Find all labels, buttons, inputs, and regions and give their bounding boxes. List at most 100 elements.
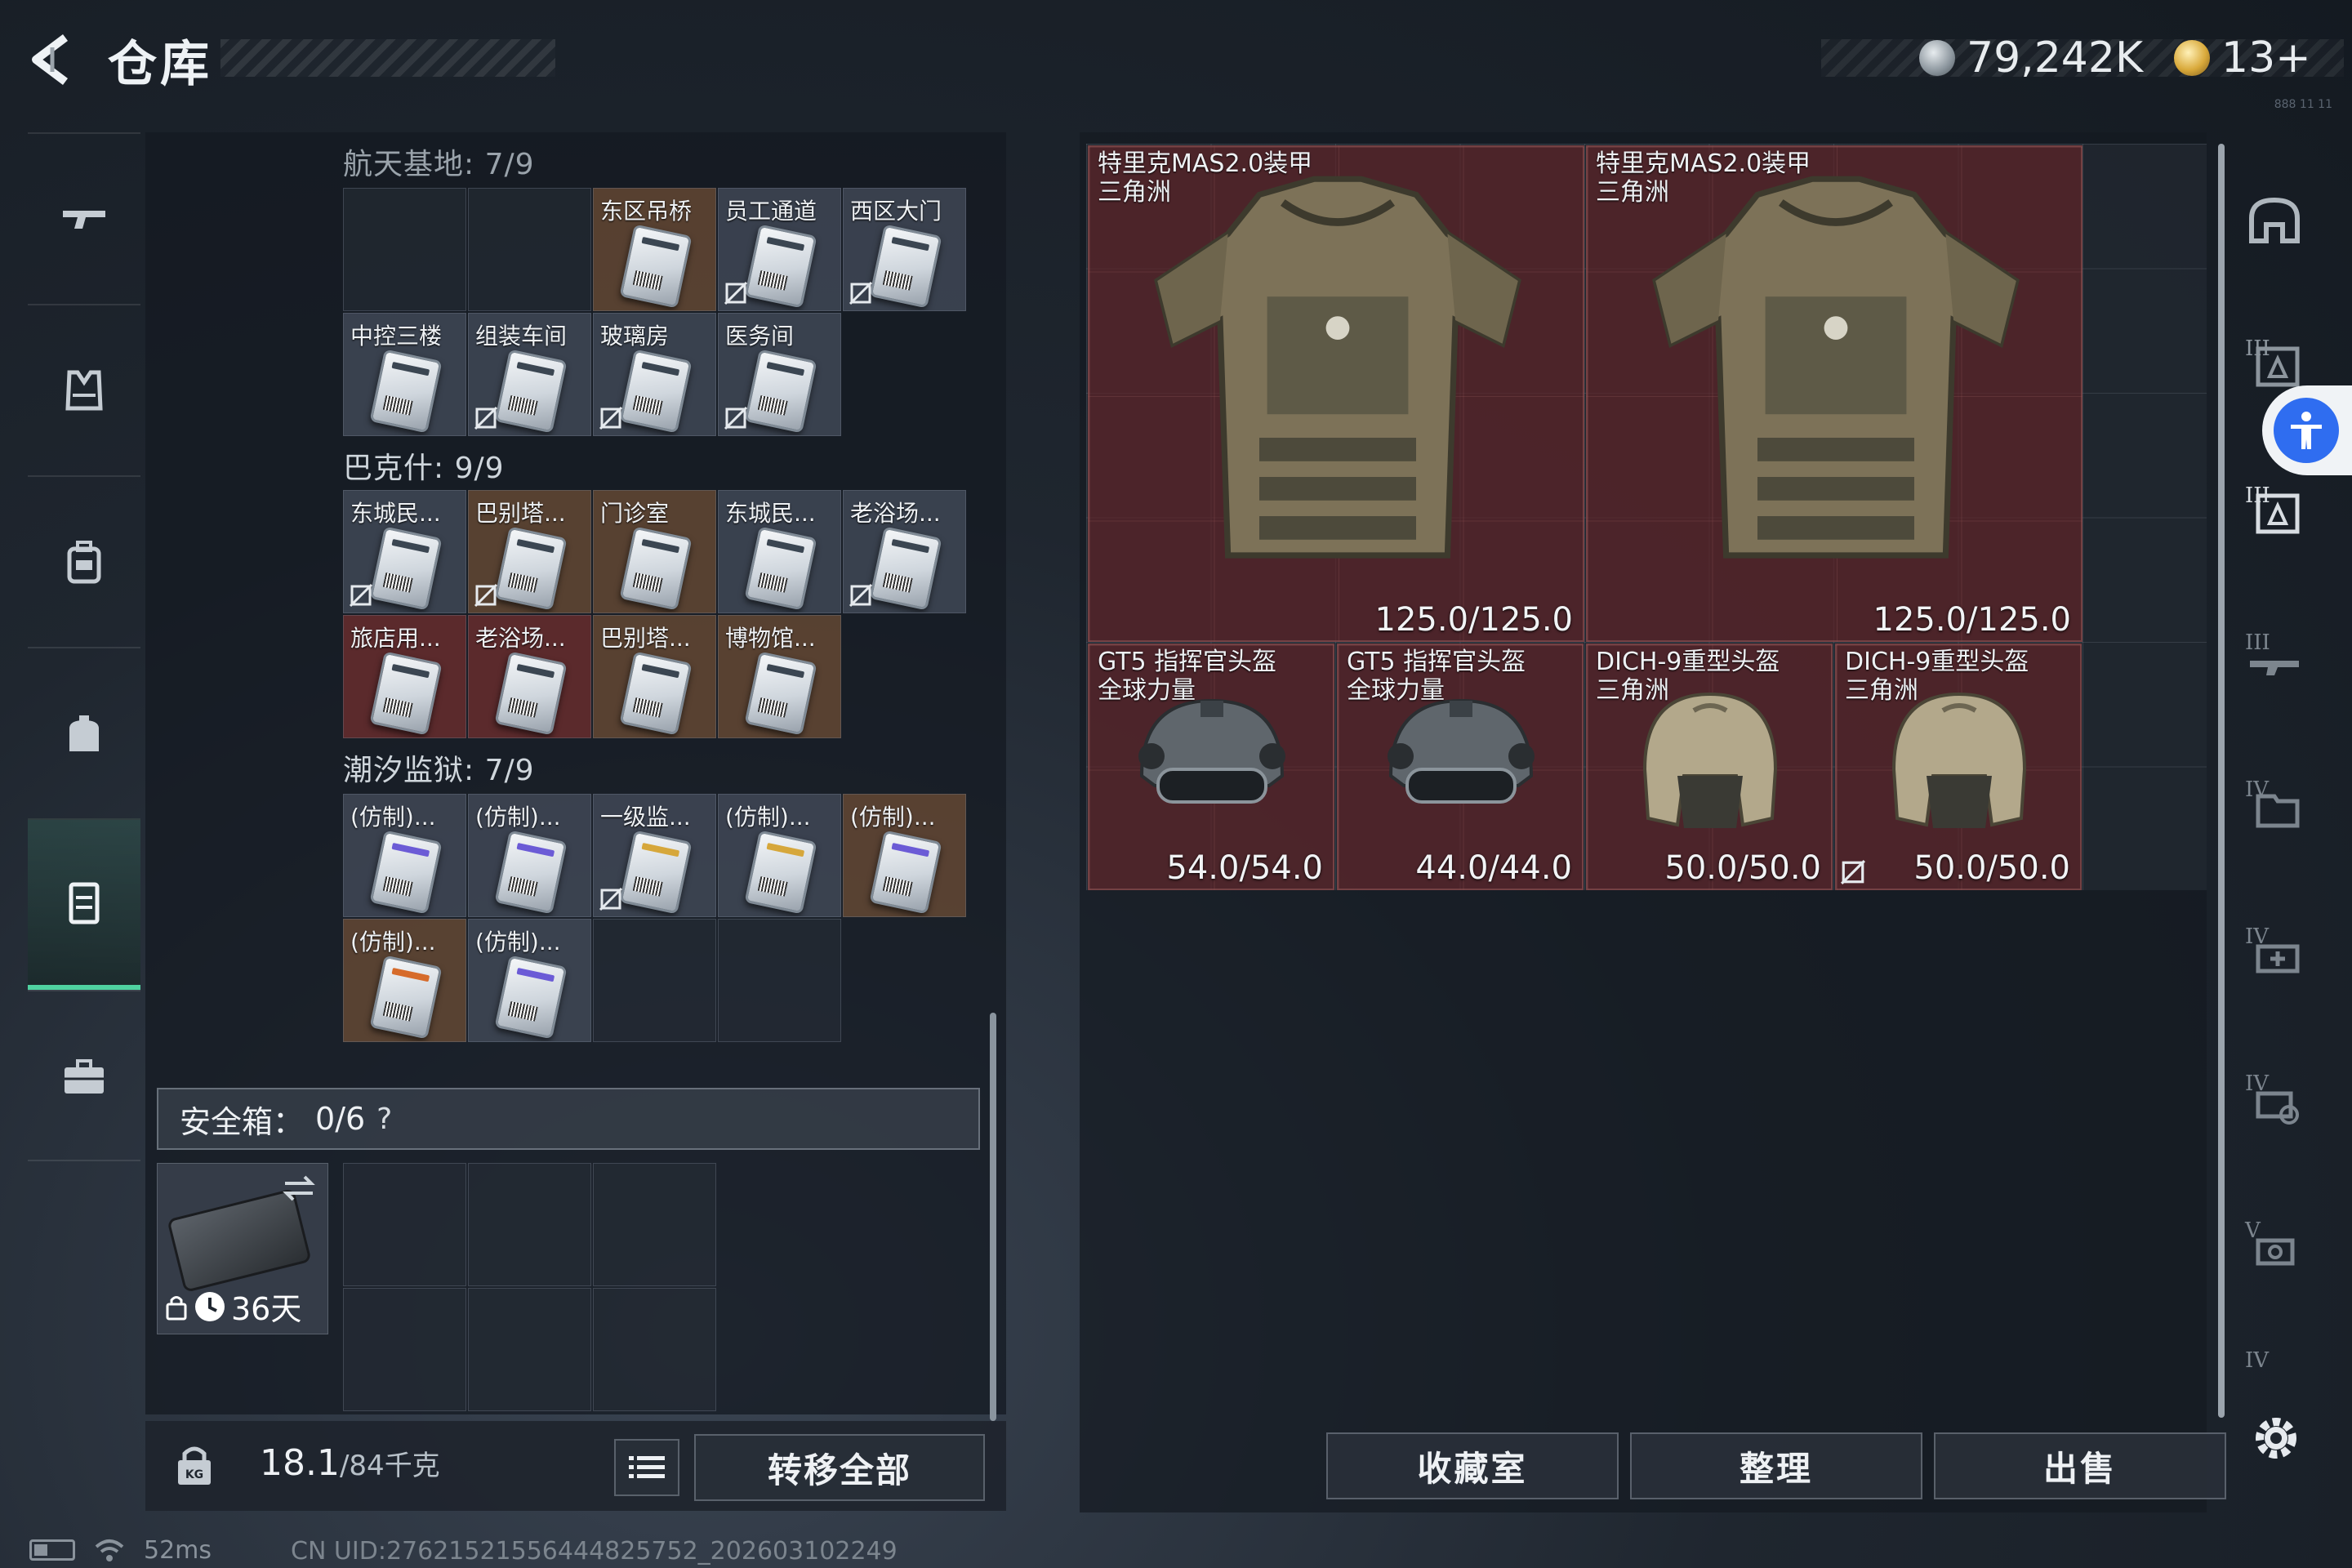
key-card-label: (仿制)... bbox=[725, 804, 811, 831]
key-card-icon bbox=[869, 526, 942, 611]
key-card-slot[interactable]: 东城民... bbox=[718, 490, 841, 613]
equip-name: DICH-9重型头盔 三角洲 bbox=[1596, 648, 1780, 705]
key-card-label: (仿制)... bbox=[850, 804, 936, 831]
key-card-slot[interactable]: (仿制)... bbox=[468, 919, 591, 1042]
sell-button[interactable]: 出售 bbox=[1934, 1432, 2226, 1499]
safebox-slot[interactable] bbox=[468, 1163, 591, 1286]
safebox-slot[interactable] bbox=[593, 1163, 716, 1286]
nav-vest[interactable] bbox=[28, 304, 140, 475]
key-card-slot[interactable]: (仿制)... bbox=[343, 794, 466, 917]
equipment-scrollbar[interactable] bbox=[2218, 144, 2225, 1418]
currency-gold[interactable]: 13+ bbox=[2174, 29, 2311, 87]
safebox-timer: 36天 bbox=[164, 1284, 301, 1329]
transfer-all-button[interactable]: 转移全部 bbox=[694, 1434, 985, 1501]
key-card-slot[interactable]: (仿制)... bbox=[468, 794, 591, 917]
nav-weapons[interactable] bbox=[28, 132, 140, 304]
safebox-slot[interactable] bbox=[343, 1163, 466, 1286]
battery-icon bbox=[29, 1539, 75, 1561]
equip-armor-2[interactable]: 特里克MAS2.0装甲 三角洲 125.0/125.0 bbox=[1586, 145, 2082, 642]
key-card-slot[interactable]: 巴别塔... bbox=[468, 490, 591, 613]
key-card-slot[interactable]: 玻璃房 bbox=[593, 313, 716, 436]
safebox-slot[interactable] bbox=[468, 1288, 591, 1411]
help-icon[interactable]: ? bbox=[376, 1102, 392, 1136]
equip-helmet-3[interactable]: DICH-9重型头盔 三角洲 50.0/50.0 bbox=[1586, 644, 1833, 890]
safebox-case[interactable]: 36天 bbox=[157, 1163, 328, 1334]
safebox-slot[interactable] bbox=[593, 1288, 716, 1411]
key-card-slot[interactable]: 中控三楼 bbox=[343, 313, 466, 436]
page-title: 仓库 bbox=[108, 36, 212, 93]
key-card-slot[interactable]: 西区大门 bbox=[843, 188, 966, 311]
key-card-slot[interactable]: 组装车间 bbox=[468, 313, 591, 436]
nav-briefcase[interactable] bbox=[28, 990, 140, 1161]
safebox-slot[interactable] bbox=[343, 1288, 466, 1411]
rail-level-3-b[interactable]: III bbox=[2238, 474, 2311, 547]
gold-coin-icon bbox=[2174, 40, 2210, 76]
non-tradeable-icon bbox=[724, 281, 748, 305]
back-arrow-icon[interactable] bbox=[24, 31, 82, 88]
list-view-button[interactable] bbox=[614, 1439, 679, 1496]
equip-name: 特里克MAS2.0装甲 三角洲 bbox=[1098, 149, 1312, 207]
non-tradeable-icon bbox=[1841, 860, 1865, 884]
currency-silver[interactable]: 79,242K bbox=[1919, 29, 2143, 87]
swap-icon[interactable] bbox=[280, 1172, 318, 1205]
rail-level-5[interactable]: V bbox=[2238, 1209, 2311, 1282]
key-card-slot[interactable]: 巴别塔... bbox=[593, 615, 716, 738]
nav-backpack[interactable] bbox=[28, 475, 140, 647]
equip-helmet-1[interactable]: GT5 指挥官头盔 全球力量 54.0/54.0 bbox=[1088, 644, 1334, 890]
key-card-slot[interactable]: (仿制)... bbox=[343, 919, 466, 1042]
equip-name-line2: 三角洲 bbox=[1845, 675, 1918, 705]
key-card-label: 玻璃房 bbox=[600, 323, 670, 350]
weight-value: 18.1 bbox=[260, 1442, 340, 1484]
equip-helmet-2[interactable]: GT5 指挥官头盔 全球力量 44.0/44.0 bbox=[1337, 644, 1584, 890]
helmet-filter-icon bbox=[2249, 197, 2300, 243]
svg-text:IV: IV bbox=[2245, 1348, 2270, 1372]
corner-note: 888 11 11 bbox=[2274, 98, 2332, 111]
equip-durability: 44.0/44.0 bbox=[1415, 849, 1572, 887]
rail-level-4-b[interactable]: IV bbox=[2238, 915, 2311, 988]
key-card-slot[interactable]: 老浴场... bbox=[468, 615, 591, 738]
key-card-slot[interactable]: (仿制)... bbox=[718, 794, 841, 917]
safebox-count: 0/6 bbox=[315, 1101, 366, 1137]
key-card-slot[interactable]: 医务间 bbox=[718, 313, 841, 436]
weight-lock-icon[interactable]: KG bbox=[172, 1442, 217, 1488]
non-tradeable-icon bbox=[474, 583, 498, 608]
key-card-icon bbox=[494, 526, 568, 611]
rail-helmet-filter[interactable] bbox=[2238, 186, 2311, 260]
settings-gear-icon[interactable] bbox=[2247, 1410, 2305, 1467]
key-card-slot[interactable]: (仿制)... bbox=[843, 794, 966, 917]
level-4-gear-icon: IV bbox=[2245, 1071, 2299, 1125]
safebox-label: 安全箱： bbox=[180, 1103, 305, 1140]
key-card-slot[interactable]: 一级监... bbox=[593, 794, 716, 917]
key-card-slot[interactable]: 博物馆... bbox=[718, 615, 841, 738]
key-grid-bakhsh: 东城民... 巴别塔... 门诊室 东城民... 老浴场... 旅店用... 老浴场... 巴… bbox=[343, 490, 966, 738]
level-4-folder-icon: IV bbox=[2245, 777, 2300, 828]
rail-level-4-d[interactable]: IV bbox=[2238, 1339, 2311, 1372]
key-card-slot[interactable]: 东区吊桥 bbox=[593, 188, 716, 311]
key-card-label: 中控三楼 bbox=[350, 323, 443, 350]
key-card-icon bbox=[619, 349, 693, 434]
key-card-slot[interactable]: 老浴场... bbox=[843, 490, 966, 613]
rail-level-4-c[interactable]: IV bbox=[2238, 1062, 2311, 1135]
top-bar: 仓库 79,242K 13+ 888 11 11 bbox=[0, 0, 2352, 122]
organize-button[interactable]: 整理 bbox=[1630, 1432, 1922, 1499]
nav-warehouse[interactable] bbox=[28, 818, 140, 990]
equip-name-line2: 三角洲 bbox=[1596, 177, 1669, 207]
warehouse-scrollbar[interactable] bbox=[990, 1013, 996, 1421]
equip-armor-1[interactable]: 特里克MAS2.0装甲 三角洲 125.0/125.0 bbox=[1088, 145, 1584, 642]
key-card-slot[interactable]: 东城民... bbox=[343, 490, 466, 613]
non-tradeable-icon bbox=[849, 583, 873, 608]
equip-helmet-4[interactable]: DICH-9重型头盔 三角洲 50.0/50.0 bbox=[1835, 644, 2082, 890]
rail-level-3-c[interactable]: III bbox=[2238, 621, 2311, 694]
collection-room-button[interactable]: 收藏室 bbox=[1326, 1432, 1619, 1499]
key-card-icon bbox=[494, 830, 568, 915]
accessibility-button[interactable] bbox=[2262, 385, 2352, 475]
key-card-slot[interactable]: 门诊室 bbox=[593, 490, 716, 613]
empty-slot bbox=[468, 188, 591, 311]
key-card-icon bbox=[619, 224, 693, 309]
key-card-slot[interactable]: 旅店用... bbox=[343, 615, 466, 738]
key-card-label: 博物馆... bbox=[725, 625, 816, 652]
nav-bag[interactable] bbox=[28, 647, 140, 818]
key-card-slot[interactable]: 员工通道 bbox=[718, 188, 841, 311]
non-tradeable-icon bbox=[849, 281, 873, 305]
rail-level-4-a[interactable]: IV bbox=[2238, 768, 2311, 841]
